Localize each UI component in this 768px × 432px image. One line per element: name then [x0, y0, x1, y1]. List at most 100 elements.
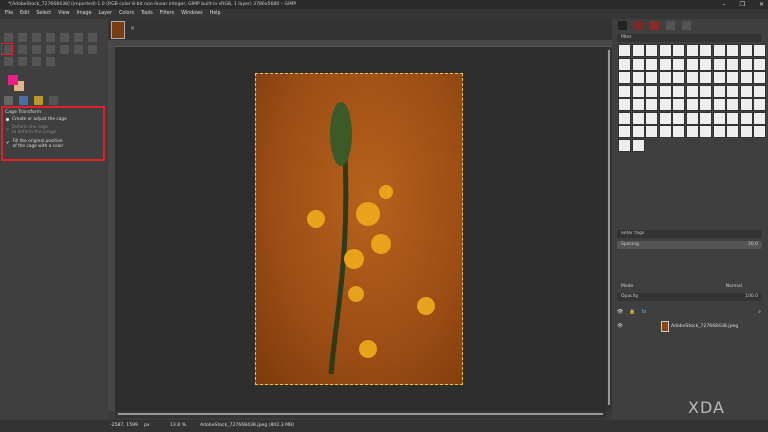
brush-preset[interactable]	[658, 84, 672, 98]
images-tab[interactable]	[49, 96, 58, 105]
brush-preset[interactable]	[672, 71, 685, 84]
brush-preset[interactable]	[685, 57, 699, 71]
brush-preset[interactable]	[699, 71, 712, 84]
tool-button[interactable]	[60, 45, 69, 54]
tool-button[interactable]	[74, 45, 83, 54]
tool-button[interactable]	[74, 33, 83, 42]
opacity-slider[interactable]: Opacity 100.0	[617, 293, 762, 301]
brush-preset[interactable]	[726, 44, 739, 57]
tool-button[interactable]	[46, 45, 55, 54]
brush-preset[interactable]	[726, 57, 739, 71]
tool-button[interactable]	[18, 57, 27, 66]
brush-preset[interactable]	[631, 84, 645, 98]
history-tab[interactable]	[682, 21, 691, 30]
brush-preset[interactable]	[712, 57, 726, 71]
brush-preset[interactable]	[753, 57, 766, 71]
brush-preset[interactable]	[618, 125, 631, 138]
brush-preset[interactable]	[658, 44, 672, 57]
brush-preset[interactable]	[658, 57, 672, 71]
brush-preset[interactable]	[685, 111, 699, 125]
brushes-tab[interactable]	[618, 21, 627, 30]
brush-preset[interactable]	[699, 57, 712, 71]
brush-preset[interactable]	[631, 71, 645, 84]
brush-preset[interactable]	[618, 138, 631, 152]
brush-preset[interactable]	[739, 111, 753, 125]
menu-windows[interactable]: Windows	[181, 9, 202, 19]
brush-preset[interactable]	[658, 125, 672, 138]
device-status-tab[interactable]	[19, 96, 28, 105]
brush-preset[interactable]	[618, 98, 631, 111]
brush-preset[interactable]	[631, 98, 645, 111]
minimize-button[interactable]: –	[723, 0, 726, 9]
menu-help[interactable]: Help	[210, 9, 221, 19]
brush-preset[interactable]	[753, 125, 766, 138]
brush-preset[interactable]	[753, 44, 766, 57]
brush-preset[interactable]	[631, 138, 645, 152]
brush-preset[interactable]	[739, 98, 753, 111]
lock-icon[interactable]: 🔒	[629, 309, 635, 315]
brush-preset[interactable]	[699, 98, 712, 111]
tool-button[interactable]	[32, 33, 41, 42]
menu-layer[interactable]: Layer	[99, 9, 112, 19]
brush-preset[interactable]	[631, 44, 645, 57]
menu-file[interactable]: File	[5, 9, 13, 19]
brush-preset[interactable]	[658, 71, 672, 84]
brush-preset[interactable]	[699, 84, 712, 98]
brush-preset[interactable]	[726, 71, 739, 84]
vertical-ruler[interactable]	[108, 47, 115, 411]
brush-preset[interactable]	[753, 98, 766, 111]
eye-icon[interactable]: 👁	[617, 324, 661, 329]
brush-filter-input[interactable]: filter	[617, 34, 762, 42]
brush-preset[interactable]	[685, 71, 699, 84]
fonts-tab[interactable]	[666, 21, 675, 30]
brush-preset[interactable]	[685, 44, 699, 57]
spacing-slider[interactable]: Spacing 20.0	[617, 241, 762, 249]
brush-preset[interactable]	[645, 84, 658, 98]
brush-preset[interactable]	[739, 125, 753, 138]
menu-image[interactable]: Image	[77, 9, 92, 19]
menu-view[interactable]: View	[58, 9, 69, 19]
menu-select[interactable]: Select	[36, 9, 51, 19]
brush-preset[interactable]	[712, 44, 726, 57]
effects-icon[interactable]: fx	[642, 309, 647, 315]
menu-colors[interactable]: Colors	[119, 9, 134, 19]
radio-deform-cage[interactable]: Deform the cage to deform the image	[3, 122, 103, 135]
menu-edit[interactable]: Edit	[20, 9, 29, 19]
brush-preset[interactable]	[645, 125, 658, 138]
brush-preset[interactable]	[753, 71, 766, 84]
maximize-button[interactable]: ❐	[740, 0, 745, 9]
brush-preset[interactable]	[618, 44, 631, 57]
brush-preset[interactable]	[685, 84, 699, 98]
tool-button[interactable]	[32, 57, 41, 66]
close-image-tab-icon[interactable]: ✕	[130, 25, 135, 32]
layer-row[interactable]: 👁 AdobeStock_727668438.jpeg	[617, 320, 767, 332]
brush-preset[interactable]	[672, 111, 685, 125]
brush-preset[interactable]	[658, 98, 672, 111]
brush-preset[interactable]	[739, 71, 753, 84]
brush-preset[interactable]	[631, 111, 645, 125]
brush-preset[interactable]	[645, 111, 658, 125]
brush-preset[interactable]	[726, 111, 739, 125]
tool-button[interactable]	[4, 33, 13, 42]
brush-preset[interactable]	[631, 57, 645, 71]
tool-options-tab[interactable]	[4, 96, 13, 105]
brush-preset[interactable]	[618, 57, 631, 71]
brush-preset[interactable]	[645, 57, 658, 71]
mode-select[interactable]: Mode Normal	[617, 283, 762, 291]
brush-preset[interactable]	[699, 111, 712, 125]
brush-preset[interactable]	[712, 71, 726, 84]
tags-input[interactable]: enter tags	[617, 230, 762, 238]
brush-preset[interactable]	[618, 71, 631, 84]
brush-preset[interactable]	[631, 125, 645, 138]
brush-preset[interactable]	[658, 111, 672, 125]
tool-button[interactable]	[46, 33, 55, 42]
brush-preset[interactable]	[712, 84, 726, 98]
horizontal-scrollbar[interactable]	[115, 411, 606, 418]
tool-button[interactable]	[60, 33, 69, 42]
brush-preset[interactable]	[753, 111, 766, 125]
tool-button[interactable]	[4, 57, 13, 66]
tool-button[interactable]	[32, 45, 41, 54]
brush-preset[interactable]	[726, 125, 739, 138]
tool-button[interactable]	[18, 33, 27, 42]
patterns-tab[interactable]	[634, 21, 643, 30]
